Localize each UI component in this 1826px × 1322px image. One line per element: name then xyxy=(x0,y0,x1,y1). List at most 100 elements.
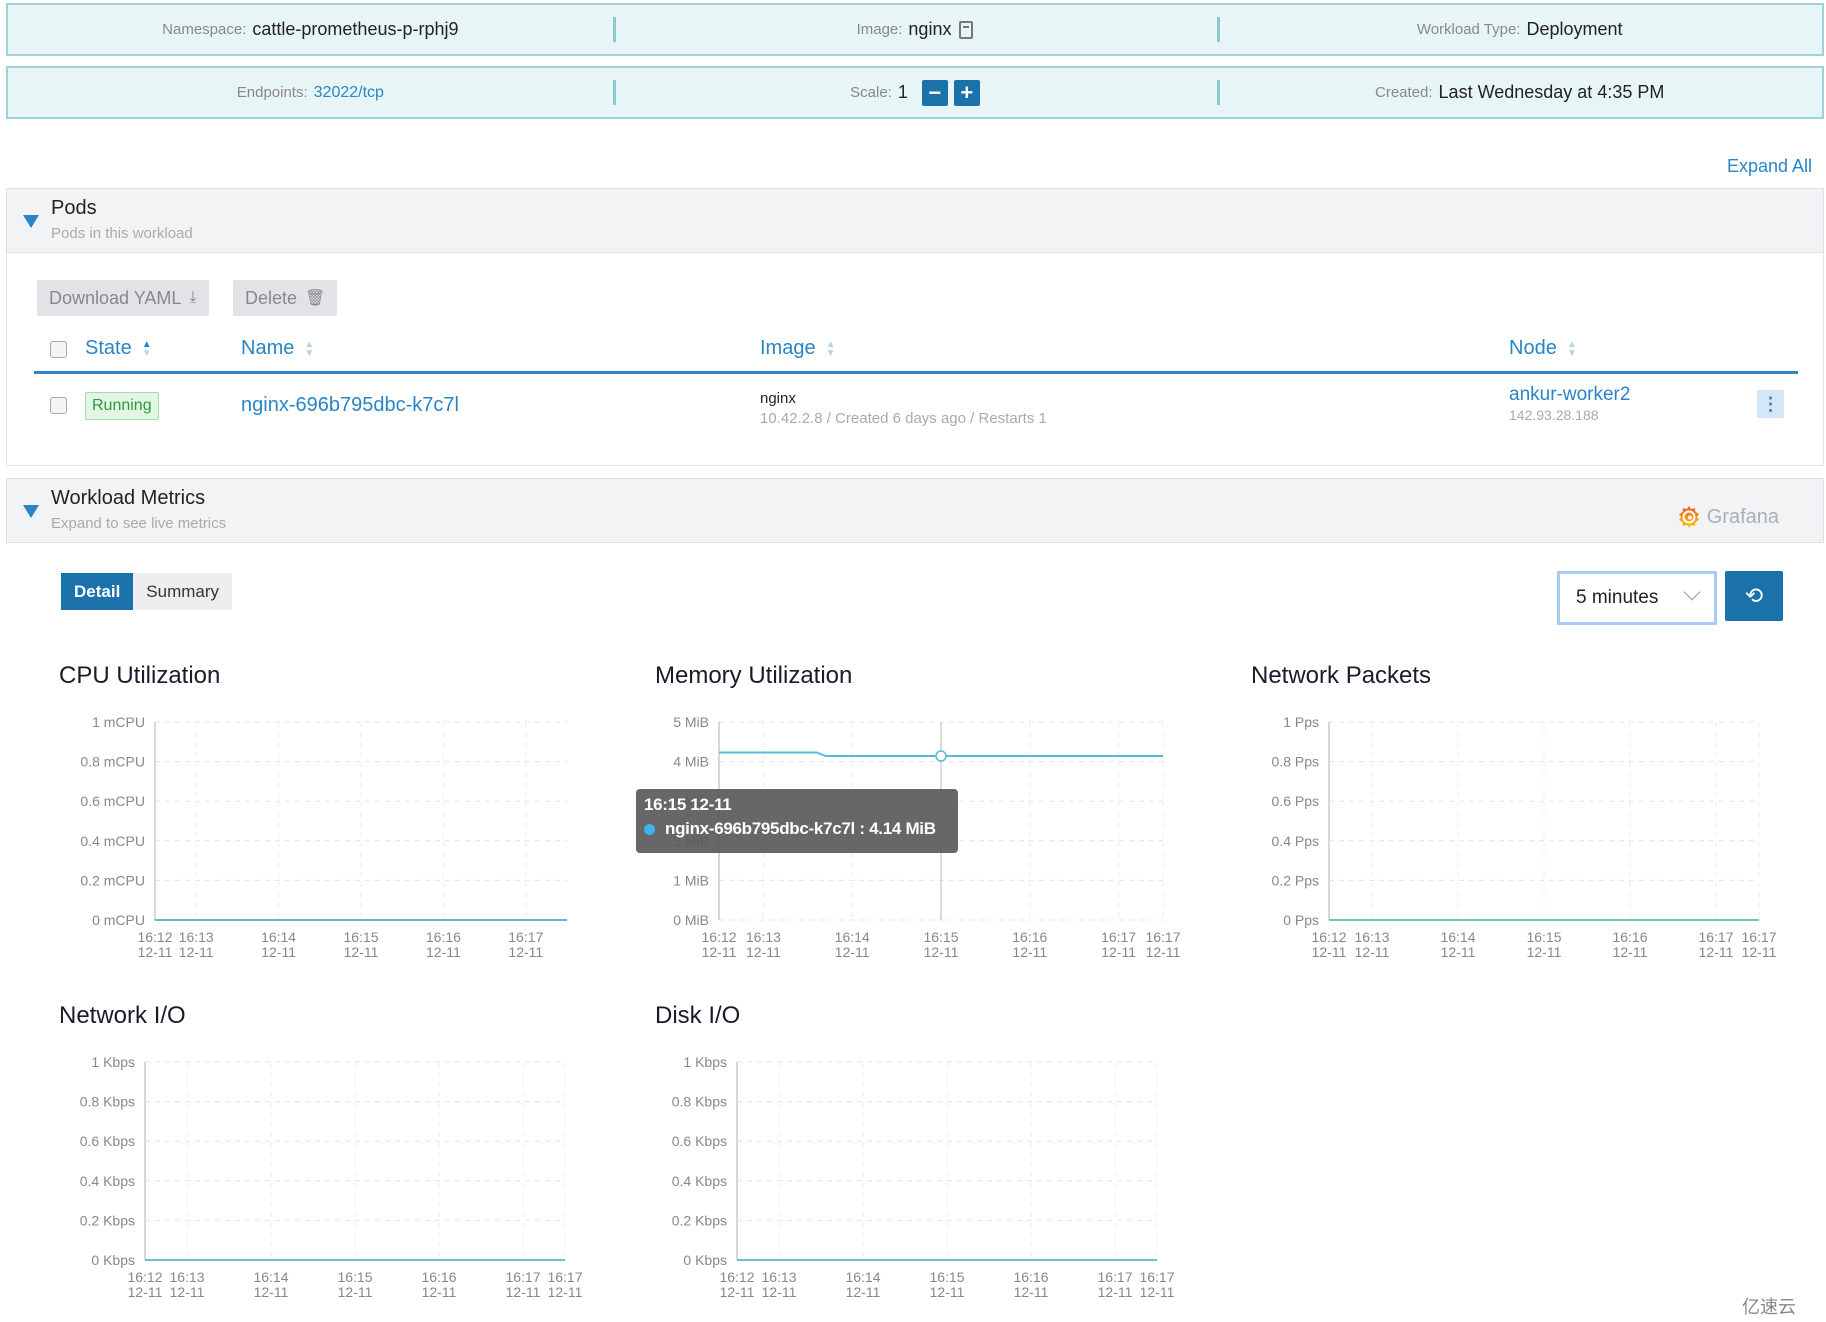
time-range-select[interactable]: 5 minutes xyxy=(1557,571,1717,625)
select-all-checkbox[interactable] xyxy=(50,341,67,358)
y-tick-label: 0.4 Pps xyxy=(1272,833,1319,849)
x-tick-label: 16:12 xyxy=(127,1269,162,1285)
x-tick-label: 12-11 xyxy=(1441,944,1476,960)
node-link[interactable]: ankur-worker2 xyxy=(1509,384,1630,406)
y-tick-label: 5 MiB xyxy=(673,714,709,730)
column-header-state[interactable]: State ▲ ▼ xyxy=(85,337,152,360)
x-tick-label: 16:17 xyxy=(1741,929,1776,945)
y-tick-label: 0.2 Kbps xyxy=(80,1212,135,1228)
cpu-utilization-chart: CPU Utilization 1 mCPU 0.8 mCPU 0.6 mCPU 0.… xyxy=(59,662,579,962)
x-tick-label: 12-11 xyxy=(702,944,737,960)
column-header-label: Node xyxy=(1509,337,1557,359)
x-tick-label: 16:16 xyxy=(1013,1269,1048,1285)
hover-point xyxy=(935,750,947,762)
x-tick-label: 12-11 xyxy=(170,1284,205,1300)
y-tick-label: 4 MiB xyxy=(673,754,709,770)
chart-canvas: 1 Kbps 0.8 Kbps 0.6 Kbps 0.4 Kbps 0.2 Kbps 0 … xyxy=(672,1054,1175,1300)
y-tick-label: 0 Kbps xyxy=(91,1252,135,1268)
x-tick-label: 16:17 xyxy=(1139,1269,1174,1285)
y-tick-label: 1 mCPU xyxy=(92,714,145,730)
copy-clipboard-icon[interactable] xyxy=(959,20,974,39)
created-value: Last Wednesday at 4:35 PM xyxy=(1438,82,1665,102)
x-tick-label: 16:12 xyxy=(1311,929,1346,945)
x-tick-label: 12-11 xyxy=(1146,944,1181,960)
workload-type-label: Workload Type: xyxy=(1416,21,1521,38)
x-tick-label: 12-11 xyxy=(930,1284,965,1300)
created-field: Created: Last Wednesday at 4:35 PM xyxy=(1217,68,1822,117)
pod-name-link[interactable]: nginx-696b795dbc-k7c7l xyxy=(241,394,459,417)
x-tick-label: 16:14 xyxy=(845,1269,880,1285)
x-tick-label: 16:13 xyxy=(179,929,214,945)
x-tick-label: 12-11 xyxy=(1014,1284,1049,1300)
collapse-triangle-icon[interactable] xyxy=(23,505,39,518)
row-checkbox[interactable] xyxy=(50,397,67,414)
x-tick-label: 16:17 xyxy=(505,1269,540,1285)
refresh-button[interactable]: ⟲ xyxy=(1725,571,1783,621)
x-tick-label: 16:16 xyxy=(426,929,461,945)
x-tick-label: 16:15 xyxy=(923,929,958,945)
y-tick-label: 0.8 Kbps xyxy=(672,1094,727,1110)
y-tick-label: 0.8 mCPU xyxy=(80,754,145,770)
download-yaml-button[interactable]: Download YAML ⤓ xyxy=(37,280,209,316)
x-tick-label: 12-11 xyxy=(422,1284,457,1300)
y-tick-label: 0.6 Pps xyxy=(1272,793,1319,809)
pods-section-title: Pods xyxy=(51,197,97,219)
column-header-image[interactable]: Image ▲ ▼ xyxy=(760,337,836,360)
chevron-down-icon xyxy=(1683,583,1701,601)
y-tick-label: 0.8 Kbps xyxy=(80,1094,135,1110)
expand-all-link[interactable]: Expand All xyxy=(1727,156,1812,177)
watermark-logo: 亿速云 xyxy=(1742,1297,1796,1317)
x-tick-label: 16:16 xyxy=(421,1269,456,1285)
tab-summary[interactable]: Summary xyxy=(133,573,233,610)
y-tick-label: 0.2 Pps xyxy=(1272,872,1319,888)
x-tick-label: 16:13 xyxy=(1354,929,1389,945)
image-value: nginx xyxy=(908,19,952,39)
chart-canvas: 1 Kbps 0.8 Kbps 0.6 Kbps 0.4 Kbps 0.2 Kbps 0 … xyxy=(80,1054,583,1300)
table-header-divider xyxy=(34,371,1798,374)
y-tick-label: 1 MiB xyxy=(673,872,709,888)
collapse-triangle-icon[interactable] xyxy=(23,215,39,228)
x-tick-label: 16:13 xyxy=(746,929,781,945)
tab-detail[interactable]: Detail xyxy=(61,573,134,610)
row-actions-menu-icon[interactable]: ⋮ xyxy=(1757,390,1784,418)
namespace-label: Namespace: xyxy=(162,21,247,38)
disk-io-chart: Disk I/O 1 Kbps 0.8 Kbps 0.6 Kbps 0.4 Kbps 0… xyxy=(655,1002,1195,1302)
x-tick-label: 16:17 xyxy=(1097,1269,1132,1285)
x-tick-label: 12-11 xyxy=(1312,944,1347,960)
delete-button[interactable]: Delete 🗑 xyxy=(233,280,338,316)
y-tick-label: 1 Kbps xyxy=(91,1054,135,1070)
scale-value: 1 xyxy=(897,82,908,102)
column-header-node[interactable]: Node ▲ ▼ xyxy=(1509,337,1577,360)
x-tick-label: 16:15 xyxy=(343,929,378,945)
x-tick-label: 12-11 xyxy=(548,1284,583,1300)
scale-down-button[interactable]: − xyxy=(921,79,948,106)
sort-icon: ▲ ▼ xyxy=(141,338,152,359)
x-tick-label: 16:12 xyxy=(137,929,172,945)
column-header-label: Image xyxy=(760,337,816,359)
pods-section-subtitle: Pods in this workload xyxy=(51,225,193,242)
x-tick-label: 12-11 xyxy=(835,944,870,960)
metrics-section-header[interactable]: Workload Metrics Expand to see live metr… xyxy=(6,478,1824,543)
sort-icon: ▲ ▼ xyxy=(825,338,836,359)
node-ip: 142.93.28.188 xyxy=(1509,407,1599,423)
chart-canvas: 1 Pps0.8 Pps0.6 Pps0.4 Pps0.2 Pps0 Pps16… xyxy=(1272,714,1777,960)
x-tick-label: 12-11 xyxy=(254,1284,289,1300)
x-tick-label: 16:17 xyxy=(547,1269,582,1285)
delete-label: Delete xyxy=(245,287,298,308)
scale-up-button[interactable]: + xyxy=(953,79,980,106)
x-tick-label: 16:14 xyxy=(253,1269,288,1285)
grafana-link[interactable]: Grafana xyxy=(1677,505,1779,529)
x-tick-label: 16:12 xyxy=(701,929,736,945)
metrics-view-toggle: Detail Summary xyxy=(61,573,233,610)
y-tick-label: 0.4 Kbps xyxy=(80,1173,135,1189)
column-header-name[interactable]: Name ▲ ▼ xyxy=(241,337,314,360)
x-tick-label: 12-11 xyxy=(344,944,379,960)
pods-section-header[interactable]: Pods Pods in this workload xyxy=(6,188,1824,253)
x-tick-label: 16:15 xyxy=(1526,929,1561,945)
x-tick-label: 16:15 xyxy=(929,1269,964,1285)
y-tick-label: 0.6 Kbps xyxy=(80,1133,135,1149)
workload-type-field: Workload Type: Deployment xyxy=(1217,5,1822,54)
tooltip-value: nginx-696b795dbc-k7c7l : 4.14 MiB xyxy=(665,819,936,838)
x-tick-label: 12-11 xyxy=(720,1284,755,1300)
endpoint-link[interactable]: 32022/tcp xyxy=(314,84,384,102)
